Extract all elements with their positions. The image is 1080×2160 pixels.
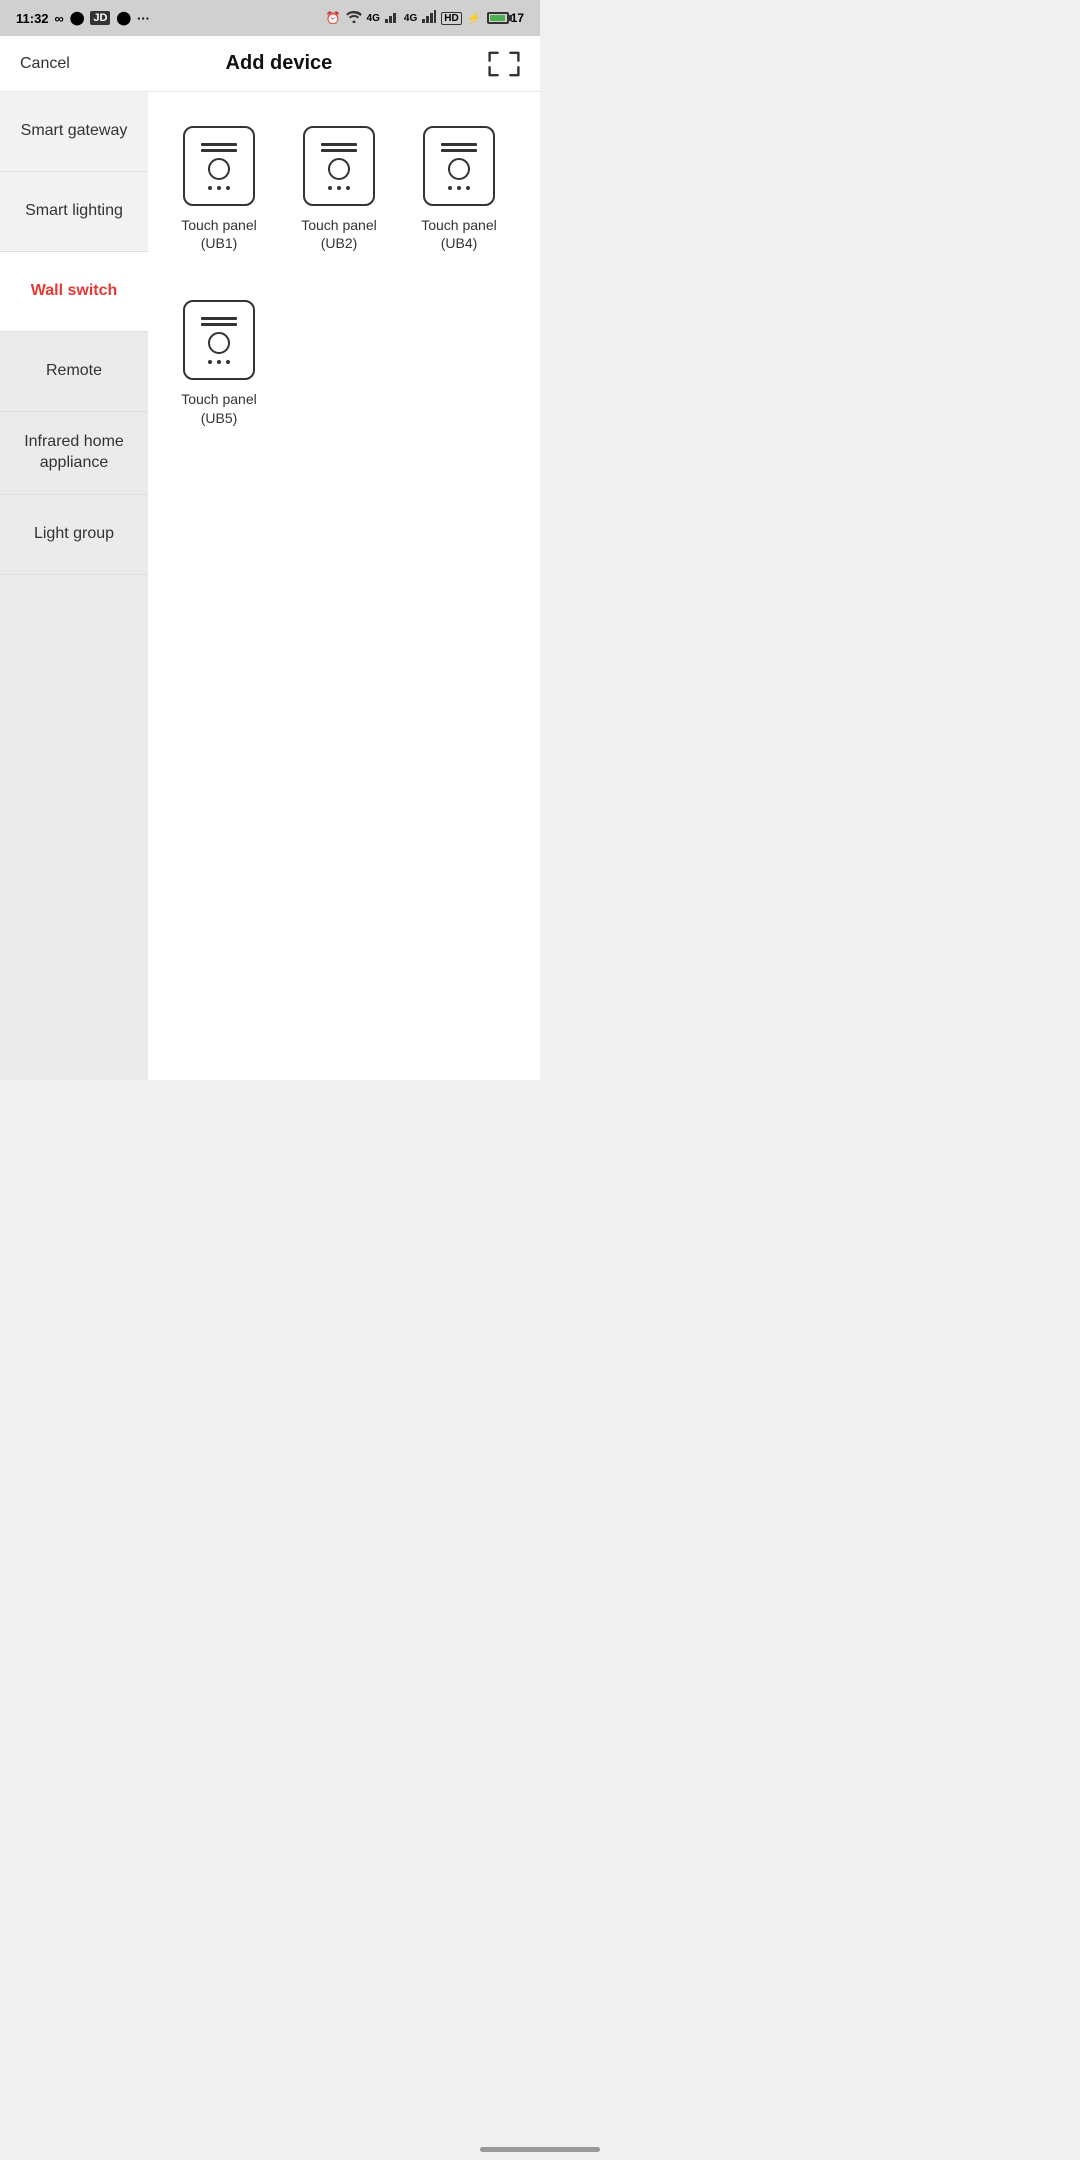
content-area: Touch panel(UB1) (148, 92, 540, 1080)
sidebar-item-wall-switch[interactable]: Wall switch (0, 252, 148, 332)
signal2-icon (422, 10, 436, 26)
device-icon-ub4 (423, 126, 495, 206)
device-icon-ub2 (303, 126, 375, 206)
device-item-ub4[interactable]: Touch panel(UB4) (404, 112, 514, 266)
sidebar: Smart gateway Smart lighting Wall switch… (0, 92, 148, 1080)
device-label-ub4: Touch panel(UB4) (421, 216, 497, 252)
cancel-button[interactable]: Cancel (20, 55, 70, 73)
time: 11:32 (16, 11, 49, 26)
sidebar-item-smart-lighting[interactable]: Smart lighting (0, 172, 148, 252)
wifi-icon (346, 10, 362, 26)
page-title: Add device (226, 52, 333, 75)
scan-button[interactable] (488, 51, 520, 77)
4g2-icon: 4G (404, 13, 417, 24)
circle2-icon: ⬤ (116, 10, 131, 26)
4g-icon: 4G (367, 13, 380, 24)
status-right: ⏰ 4G 4G HD ⚡ 17 (326, 10, 524, 26)
header: Cancel Add device (0, 36, 540, 92)
device-icon-ub1 (183, 126, 255, 206)
jd-icon: JD (90, 11, 110, 25)
device-label-ub1: Touch panel(UB1) (181, 216, 257, 252)
device-icon-ub5 (183, 300, 255, 380)
device-label-ub2: Touch panel(UB2) (301, 216, 377, 252)
battery-block: 17 (487, 11, 524, 25)
signal-icon (385, 10, 399, 26)
sidebar-item-remote[interactable]: Remote (0, 332, 148, 412)
device-grid: Touch panel(UB1) (164, 112, 524, 441)
hd-icon: HD (441, 12, 461, 25)
bolt-icon: ⚡ (467, 11, 482, 25)
alarm-icon: ⏰ (326, 11, 341, 25)
status-bar: 11:32 ∞ ⬤ JD ⬤ ··· ⏰ 4G 4G HD ⚡ 17 (0, 0, 540, 36)
sidebar-item-smart-gateway[interactable]: Smart gateway (0, 92, 148, 172)
device-item-ub5[interactable]: Touch panel(UB5) (164, 286, 274, 440)
infinity-icon: ∞ (55, 11, 64, 26)
device-item-ub2[interactable]: Touch panel(UB2) (284, 112, 394, 266)
device-item-ub1[interactable]: Touch panel(UB1) (164, 112, 274, 266)
sidebar-item-infrared-home-appliance[interactable]: Infrared home appliance (0, 412, 148, 495)
home-indicator (480, 2147, 600, 2152)
device-label-ub5: Touch panel(UB5) (181, 390, 257, 426)
sidebar-item-light-group[interactable]: Light group (0, 495, 148, 575)
dots-icon: ··· (137, 11, 150, 26)
main-layout: Smart gateway Smart lighting Wall switch… (0, 92, 540, 1080)
battery-level: 17 (511, 11, 524, 25)
status-left: 11:32 ∞ ⬤ JD ⬤ ··· (16, 10, 150, 26)
circle-icon: ⬤ (70, 10, 85, 26)
